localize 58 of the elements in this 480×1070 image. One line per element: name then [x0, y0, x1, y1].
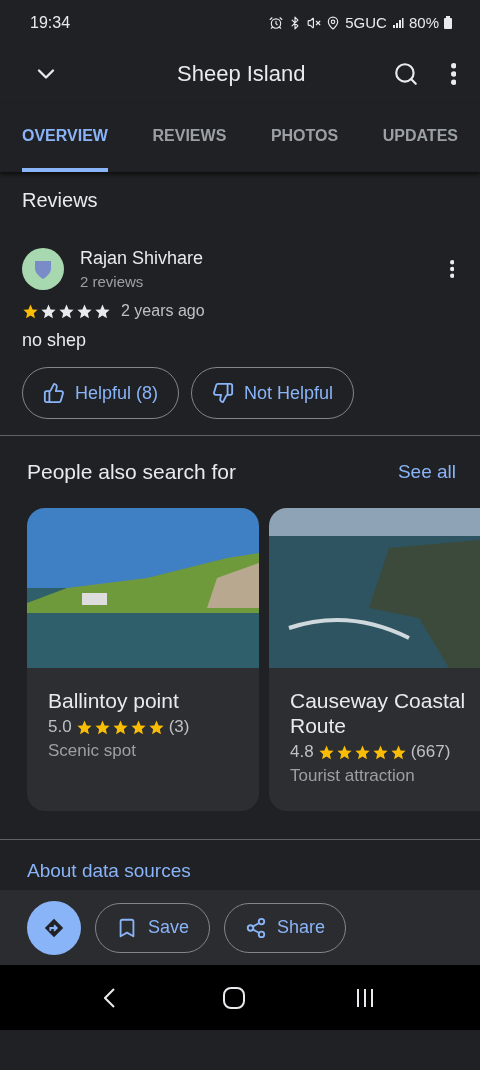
place-rating: 5.0 [48, 717, 72, 737]
star-icon [317, 743, 335, 761]
review-count: (3) [168, 717, 190, 737]
tab[interactable]: PHOTOS [270, 103, 339, 172]
star-icon [76, 302, 93, 320]
place-category: Tourist attraction [290, 766, 416, 786]
star-icon [335, 743, 353, 761]
star-icon [40, 302, 57, 320]
home-icon [222, 985, 247, 1010]
star-icon [93, 718, 111, 736]
network-type: 5GUC [345, 14, 387, 31]
back-icon [103, 987, 115, 1008]
place-name: Ballintoy point [48, 688, 180, 713]
star-icon [22, 302, 39, 320]
star-icon [147, 718, 165, 736]
star-icon [389, 743, 407, 761]
place-card[interactable]: Causeway Coastal Route 4.8 (667) Tourist attraction [269, 508, 480, 811]
more-vertical-icon [449, 260, 454, 278]
review-text: no shep [22, 330, 87, 350]
section-heading: Reviews [22, 188, 99, 213]
avatar [22, 248, 64, 290]
star-icon [129, 718, 147, 736]
share-button[interactable]: Share [224, 902, 347, 953]
tab[interactable]: REVIEWS [152, 103, 227, 172]
review-count: (667) [410, 742, 451, 762]
star-icon [58, 302, 75, 320]
review-time: 2 years ago [121, 302, 205, 320]
star-icon [371, 743, 389, 761]
place-category: Scenic spot [48, 741, 137, 761]
alarm-icon [269, 15, 284, 30]
star-icon [353, 743, 371, 761]
star-icon [111, 718, 129, 736]
about-data-link[interactable]: About data sources [27, 860, 191, 881]
status-time: 19:34 [30, 13, 71, 32]
tab[interactable]: UPDATES [382, 103, 458, 172]
see-all-link[interactable]: See all [397, 461, 456, 483]
save-button[interactable]: Save [95, 902, 211, 953]
signal-icon [391, 16, 404, 29]
more-vertical-icon [450, 63, 456, 85]
section-heading: People also search for [27, 460, 236, 484]
tab[interactable]: OVERVIEW [22, 103, 108, 172]
reviewer-name: Rajan Shivhare [80, 248, 205, 269]
directions-icon [43, 916, 65, 939]
thumbs-down-icon [212, 382, 235, 404]
star-icon [94, 302, 111, 320]
battery-icon [444, 16, 452, 29]
mute-icon [307, 15, 322, 30]
place-title: Sheep Island [176, 61, 307, 87]
star-icon [75, 718, 93, 736]
place-rating: 4.8 [290, 742, 314, 762]
directions-button[interactable] [27, 900, 81, 955]
location-icon [326, 15, 341, 30]
battery-level: 80% [408, 14, 439, 31]
thumbs-up-icon [43, 382, 65, 404]
place-card[interactable]: Ballintoy point 5.0 (3) Scenic spot [27, 508, 259, 811]
reviewer-meta: 2 reviews [80, 273, 145, 290]
share-icon [245, 916, 268, 939]
place-name: Causeway Coastal Route [290, 688, 467, 738]
